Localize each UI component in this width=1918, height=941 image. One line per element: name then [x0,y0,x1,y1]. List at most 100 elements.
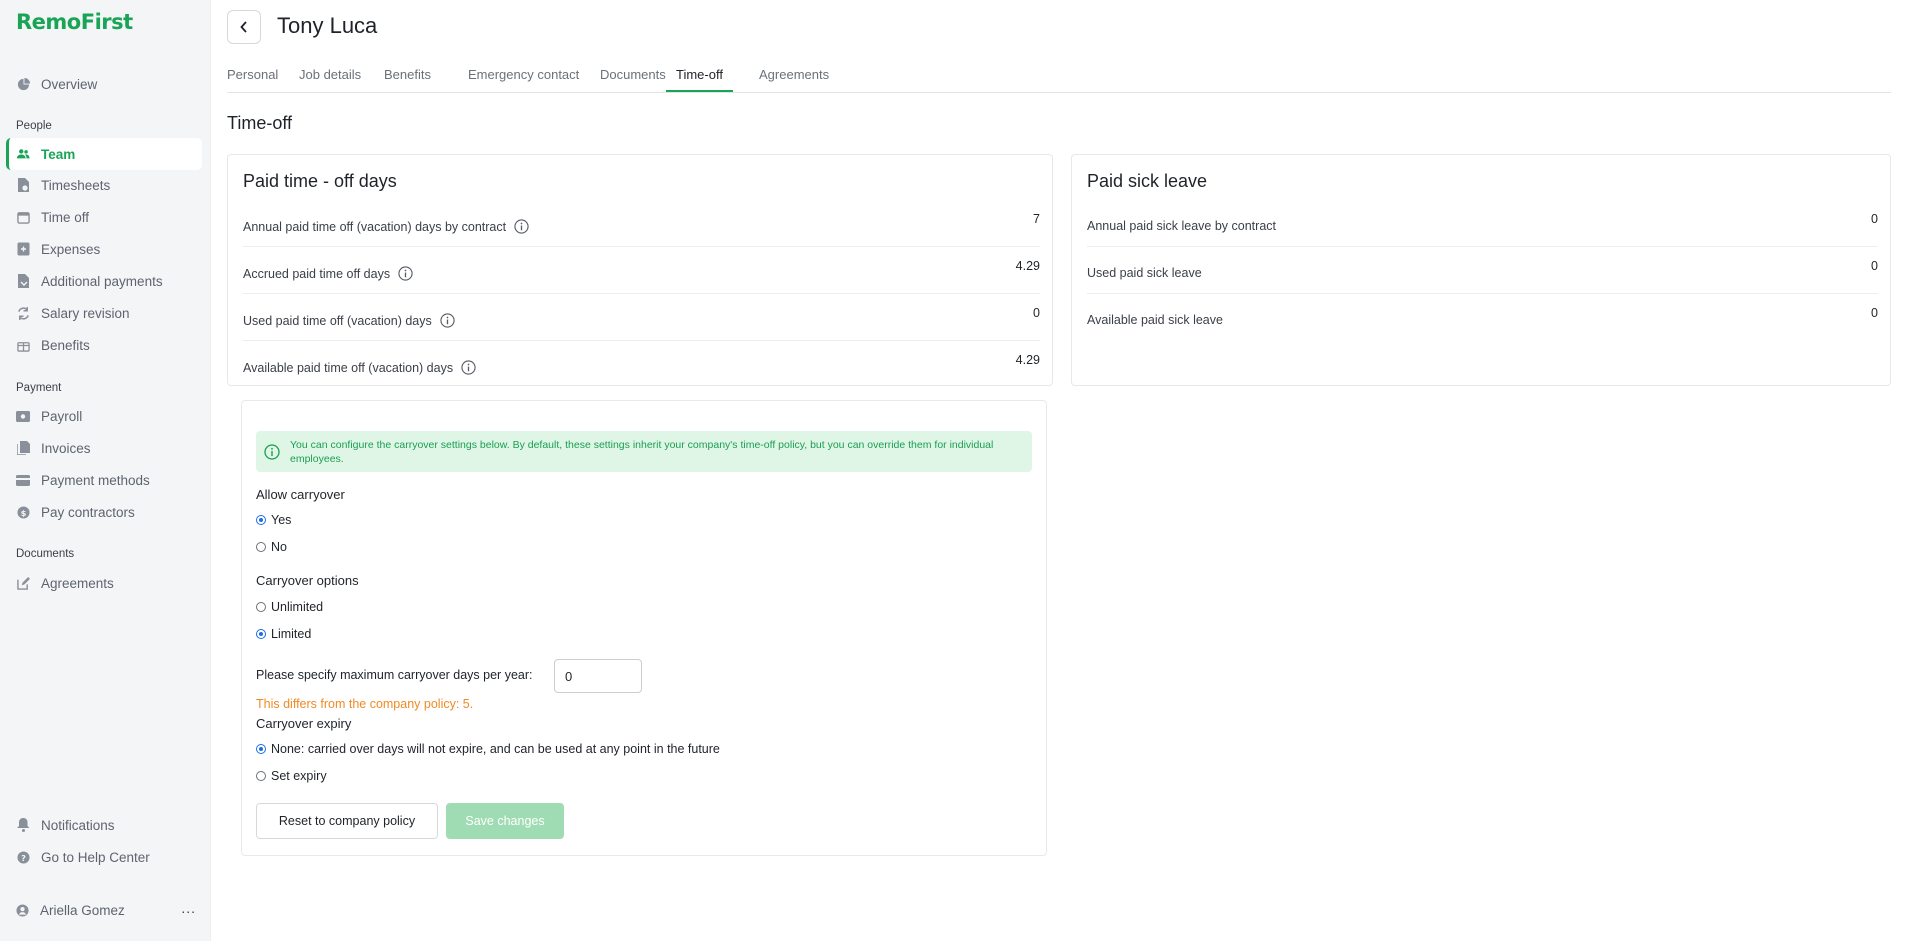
sidebar-item-label: Payment methods [41,472,150,488]
sidebar-item-timesheets[interactable]: Timesheets [6,169,202,201]
sick-row: Annual paid sick leave by contract 0 [1087,199,1878,247]
sidebar-item-payroll[interactable]: Payroll [6,400,202,432]
main-content: Tony Luca Personal Job details Benefits … [211,0,1918,941]
radio-unlimited[interactable]: Unlimited [256,600,323,614]
radio-button[interactable] [256,515,266,525]
info-icon[interactable] [514,219,529,234]
employee-name: Tony Luca [277,13,378,38]
radio-expiry-none[interactable]: None: carried over days will not expire,… [256,742,720,756]
back-button[interactable] [227,10,261,44]
edit-icon [16,576,30,590]
sidebar-item-label: Pay contractors [41,504,135,520]
sick-row: Available paid sick leave 0 [1087,293,1878,340]
radio-label: Yes [271,513,292,527]
save-changes-button[interactable]: Save changes [446,803,564,839]
radio-button[interactable] [256,542,266,552]
pto-row: Used paid time off (vacation) days 0 [243,293,1040,341]
row-value: 4.29 [1015,353,1040,367]
sick-leave-card: Paid sick leave Annual paid sick leave b… [1071,154,1891,386]
sidebar-item-pay-contractors[interactable]: $ Pay contractors [6,496,202,528]
info-icon[interactable] [398,266,413,281]
max-carryover-input[interactable]: 0 [554,659,642,693]
sidebar-item-benefits[interactable]: Benefits [6,329,202,361]
radio-label: No [271,540,287,554]
sidebar-item-label: Timesheets [41,177,111,193]
radio-button[interactable] [256,602,266,612]
sidebar-item-team[interactable]: Team [6,138,202,170]
row-label: Available paid time off (vacation) days [243,360,454,375]
radio-button[interactable] [256,771,266,781]
sidebar-item-time-off[interactable]: Time off [6,201,202,233]
sidebar-item-invoices[interactable]: Invoices [6,432,202,464]
tab-job-details[interactable]: Job details [299,67,361,92]
sidebar-item-help-center[interactable]: ? Go to Help Center [6,841,202,873]
sidebar-item-label: Agreements [41,575,114,591]
users-icon [16,147,30,161]
chevron-left-icon [240,21,248,33]
tab-benefits[interactable]: Benefits [384,67,431,92]
row-label: Annual paid sick leave by contract [1087,219,1276,233]
row-label: Used paid time off (vacation) days [243,313,432,328]
radio-allow-no[interactable]: No [256,540,287,554]
payroll-icon [16,409,30,423]
radio-label: Set expiry [271,769,327,783]
tab-bar: Personal Job details Benefits Emergency … [227,62,1891,93]
sidebar-item-label: Invoices [41,440,91,456]
sidebar-item-notifications[interactable]: Notifications [6,809,202,841]
sidebar-item-payment-methods[interactable]: Payment methods [6,464,202,496]
row-value: 0 [1033,306,1040,320]
sidebar-item-additional-payments[interactable]: Additional payments [6,265,202,297]
policy-warning: This differs from the company policy: 5. [256,697,474,711]
pie-chart-icon [16,77,30,91]
radio-button[interactable] [256,629,266,639]
reset-to-company-policy-button[interactable]: Reset to company policy [256,803,438,839]
row-value: 0 [1871,212,1878,226]
section-label-people: People [16,120,52,132]
info-icon[interactable] [461,360,476,375]
page-title: Time-off [227,113,293,133]
max-carryover-label: Please specify maximum carryover days pe… [256,668,533,682]
card-icon [16,473,30,487]
carryover-card: You can configure the carryover settings… [241,400,1047,856]
pto-card-title: Paid time - off days [243,171,397,191]
sidebar: RemoFirst Overview People Team Timesheet… [0,0,211,941]
sidebar-item-label: Expenses [41,241,101,257]
sidebar-item-label: Salary revision [41,305,130,321]
radio-label: Unlimited [271,600,324,614]
sidebar-item-label: Time off [41,209,90,225]
radio-limited[interactable]: Limited [256,627,311,641]
radio-allow-yes[interactable]: Yes [256,513,291,527]
tab-time-off[interactable]: Time-off [666,67,733,92]
payments-icon [16,274,30,288]
carryover-expiry-label: Carryover expiry [256,716,352,731]
section-label-payment: Payment [16,382,62,394]
radio-button[interactable] [256,744,266,754]
calendar-icon [16,210,30,224]
tab-documents[interactable]: Documents [600,67,666,92]
sidebar-item-label: Notifications [41,817,115,833]
user-name: Ariella Gomez [40,902,125,918]
sidebar-item-label: Additional payments [41,273,163,289]
sidebar-item-overview[interactable]: Overview [6,68,202,100]
sidebar-item-expenses[interactable]: Expenses [6,233,202,265]
logo[interactable]: RemoFirst [16,10,133,34]
more-options-icon[interactable]: ... [181,900,196,916]
tab-emergency-contact[interactable]: Emergency contact [468,67,579,92]
tab-personal[interactable]: Personal [227,67,278,92]
refresh-icon [16,306,30,320]
radio-set-expiry[interactable]: Set expiry [256,769,327,783]
timesheet-icon [16,178,30,192]
bell-icon [16,818,30,832]
pto-row: Annual paid time off (vacation) days by … [243,199,1040,247]
sidebar-item-label: Go to Help Center [41,849,150,865]
tab-agreements[interactable]: Agreements [759,67,829,92]
avatar-icon [16,903,29,917]
sidebar-item-salary-revision[interactable]: Salary revision [6,297,202,329]
sick-row: Used paid sick leave 0 [1087,246,1878,294]
allow-carryover-label: Allow carryover [256,487,345,502]
row-label: Annual paid time off (vacation) days by … [243,219,507,234]
sidebar-item-agreements[interactable]: Agreements [6,567,202,599]
radio-label: Limited [271,627,312,641]
user-menu[interactable]: Ariella Gomez ... [16,900,196,920]
info-icon[interactable] [440,313,455,328]
